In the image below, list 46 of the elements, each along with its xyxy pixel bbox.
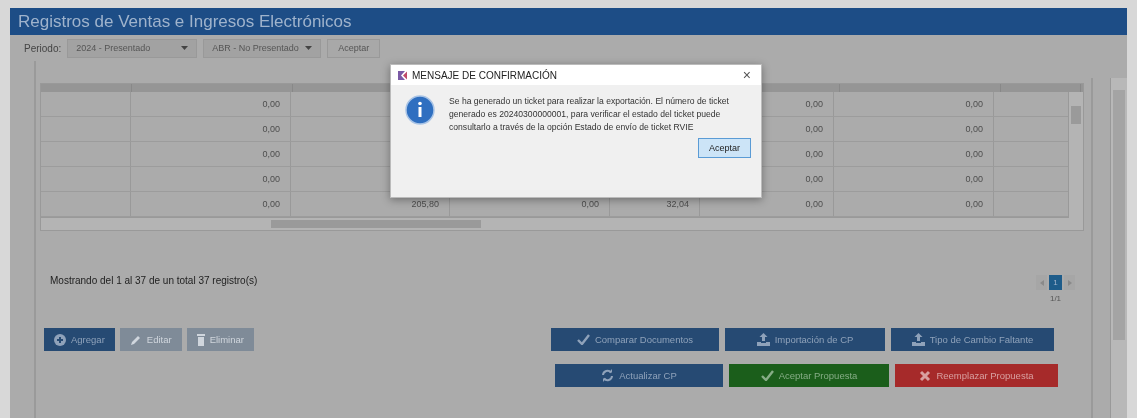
refresh-icon bbox=[601, 369, 615, 382]
dialog-title: MENSAJE DE CONFIRMACIÓN bbox=[412, 69, 557, 81]
cross-icon bbox=[919, 369, 932, 382]
caret-down-icon bbox=[305, 46, 313, 50]
table-cell: 0,00 bbox=[131, 117, 291, 142]
action-button[interactable]: Reemplazar Propuesta bbox=[895, 364, 1058, 387]
close-button[interactable]: × bbox=[738, 68, 755, 82]
accept-button[interactable]: Aceptar bbox=[327, 38, 381, 58]
month-select[interactable]: ABR - No Presentado bbox=[203, 38, 322, 58]
action-button[interactable]: Aceptar Propuesta bbox=[729, 364, 889, 387]
app-logo-icon bbox=[397, 69, 408, 81]
check-icon bbox=[760, 370, 774, 381]
action-button[interactable]: Comparar Documentos bbox=[551, 328, 719, 351]
upload-icon bbox=[911, 333, 925, 346]
right-triangle-icon bbox=[1067, 279, 1072, 286]
accept-button[interactable]: Aceptar bbox=[697, 138, 751, 158]
pencil-icon bbox=[129, 333, 142, 346]
vertical-scrollbar[interactable] bbox=[1068, 92, 1083, 218]
page-button[interactable]: 1 bbox=[1049, 275, 1062, 290]
table-cell: 0,00 bbox=[131, 142, 291, 167]
upload-icon bbox=[756, 333, 770, 346]
page-scrollbar[interactable] bbox=[1110, 78, 1127, 418]
trash-icon bbox=[196, 333, 205, 346]
action-button[interactable]: Tipo de Cambio Faltante bbox=[891, 328, 1054, 351]
table-cell: 0,00 bbox=[131, 167, 291, 192]
info-icon bbox=[405, 95, 435, 125]
year-select[interactable]: 2024 - Presentado bbox=[67, 38, 198, 58]
table-cell: 0,00 bbox=[834, 117, 994, 142]
add-button[interactable]: Agregar bbox=[44, 328, 115, 351]
check-icon bbox=[576, 334, 590, 345]
page-title: Registros de Ventas e Ingresos Electrónicos bbox=[10, 8, 1127, 35]
action-button[interactable]: Actualizar CP bbox=[555, 364, 723, 387]
left-triangle-icon bbox=[1039, 279, 1044, 286]
table-cell: 0,00 bbox=[834, 167, 994, 192]
action-button[interactable]: Importación de CP bbox=[725, 328, 885, 351]
plus-circle-icon bbox=[54, 333, 66, 346]
table-cell: 0,00 bbox=[131, 92, 291, 117]
records-summary: Mostrando del 1 al 37 de un total 37 registro(s) bbox=[50, 275, 258, 286]
horizontal-scrollbar[interactable] bbox=[41, 217, 1083, 230]
page-info: 1/1 bbox=[1049, 294, 1062, 303]
next-page-button[interactable] bbox=[1064, 275, 1075, 290]
previous-page-button[interactable] bbox=[1036, 275, 1047, 290]
table-cell: 0,00 bbox=[834, 142, 994, 167]
period-label: Periodo: bbox=[24, 42, 62, 54]
caret-down-icon bbox=[181, 46, 189, 50]
table-cell: 0,00 bbox=[834, 92, 994, 117]
